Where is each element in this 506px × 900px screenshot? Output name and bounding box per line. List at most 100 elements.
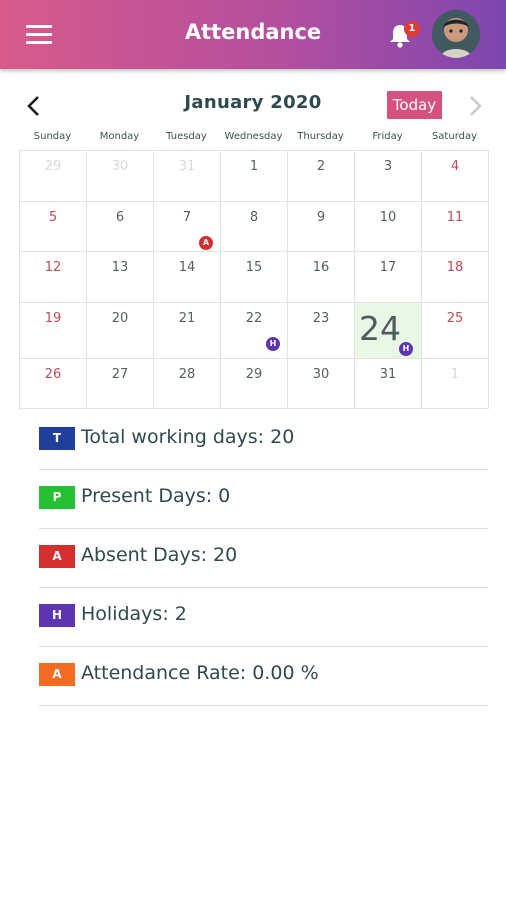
calendar-day[interactable]: 16 (288, 252, 355, 303)
present-days-text: Present Days: 0 (81, 485, 231, 507)
day-number: 25 (446, 311, 464, 326)
calendar-day[interactable]: 8 (221, 202, 288, 252)
day-number: 20 (111, 311, 129, 326)
weekday-label: Thursday (297, 131, 344, 142)
day-number: 23 (312, 311, 330, 326)
calendar-day[interactable]: 22 H (221, 303, 288, 359)
day-number: 31 (379, 367, 397, 382)
calendar-day[interactable]: 13 (87, 252, 154, 303)
calendar-day[interactable]: 17 (355, 252, 422, 303)
total-working-days-text: Total working days: 20 (81, 426, 295, 448)
calendar-day[interactable]: 14 (154, 252, 221, 303)
rate-badge: A (39, 663, 75, 686)
summary-row-rate: A Attendance Rate: 0.00 % (39, 647, 488, 706)
day-number: 29 (245, 367, 263, 382)
day-number: 21 (178, 311, 196, 326)
day-number: 17 (379, 260, 397, 275)
calendar-day[interactable]: 30 (87, 151, 154, 202)
day-number: 19 (44, 311, 62, 326)
summary-row-holidays: H Holidays: 2 (39, 588, 488, 647)
holidays-text: Holidays: 2 (81, 603, 187, 625)
notification-badge: 1 (404, 21, 420, 37)
holiday-badge: H (39, 604, 75, 627)
calendar-day[interactable]: 6 (87, 202, 154, 252)
day-number: 11 (446, 210, 464, 225)
day-number: 12 (44, 260, 62, 275)
day-number: 29 (44, 159, 62, 174)
holiday-marker: H (266, 337, 280, 351)
calendar-day[interactable]: 21 (154, 303, 221, 359)
calendar-day-today[interactable]: 24 H (355, 303, 422, 359)
calendar-grid: 29 30 31 1 2 3 4 5 6 7 A 8 9 10 11 12 13 14 15 16 17 18 19 20 21… (19, 150, 489, 410)
calendar-day[interactable]: 31 (355, 359, 422, 409)
day-number: 9 (316, 210, 326, 225)
avatar[interactable] (432, 10, 480, 58)
calendar-day[interactable]: 30 (288, 359, 355, 409)
calendar-day[interactable]: 26 (20, 359, 87, 409)
summary-row-present: P Present Days: 0 (39, 470, 488, 529)
day-number: 4 (450, 159, 460, 174)
day-number: 8 (249, 210, 259, 225)
calendar-day[interactable]: 15 (221, 252, 288, 303)
weekday-label: Sunday (33, 131, 72, 142)
calendar-day[interactable]: 3 (355, 151, 422, 202)
summary-row-absent: A Absent Days: 20 (39, 529, 488, 588)
calendar-day[interactable]: 1 (221, 151, 288, 202)
month-title: January 2020 (184, 92, 322, 113)
calendar-day[interactable]: 20 (87, 303, 154, 359)
day-number: 27 (111, 367, 129, 382)
calendar-day[interactable]: 5 (20, 202, 87, 252)
calendar-day[interactable]: 31 (154, 151, 221, 202)
day-number: 31 (178, 159, 196, 174)
calendar-day[interactable]: 4 (422, 151, 489, 202)
present-badge: P (39, 486, 75, 509)
weekday-label: Saturday (431, 131, 478, 142)
calendar-day[interactable]: 18 (422, 252, 489, 303)
calendar-day[interactable]: 29 (20, 151, 87, 202)
day-number: 30 (312, 367, 330, 382)
absent-days-text: Absent Days: 20 (81, 544, 238, 566)
weekday-label: Wednesday (224, 131, 283, 142)
day-number: 7 (182, 210, 192, 225)
calendar-day[interactable]: 7A (154, 202, 221, 252)
day-number: 10 (379, 210, 397, 225)
calendar-day[interactable]: 10 (355, 202, 422, 252)
total-badge: T (39, 427, 75, 450)
day-number: 1 (450, 367, 460, 382)
absent-badge: A (39, 545, 75, 568)
weekday-label: Monday (99, 131, 140, 142)
weekday-label: Friday (372, 131, 403, 142)
weekday-header-row: Sunday Monday Tuesday Wednesday Thursday… (19, 131, 489, 145)
summary-row-total: T Total working days: 20 (39, 411, 488, 470)
calendar-day[interactable]: 11 (422, 202, 489, 252)
day-number: 14 (178, 260, 196, 275)
day-number: 3 (383, 159, 393, 174)
calendar-day[interactable]: 9 (288, 202, 355, 252)
day-number: 16 (312, 260, 330, 275)
attendance-rate-text: Attendance Rate: 0.00 % (81, 662, 319, 684)
day-number: 18 (446, 260, 464, 275)
calendar-day[interactable]: 1 (422, 359, 489, 409)
calendar-day[interactable]: 2 (288, 151, 355, 202)
day-number: 13 (111, 260, 129, 275)
day-number: 6 (115, 210, 125, 225)
absent-marker: A (199, 236, 213, 250)
day-number: 1 (249, 159, 259, 174)
calendar-day[interactable]: 29 (221, 359, 288, 409)
previous-month-chevron-icon[interactable] (24, 94, 44, 118)
page-title: Attendance (184, 20, 322, 44)
day-number: 5 (48, 210, 58, 225)
calendar-day[interactable]: 27 (87, 359, 154, 409)
calendar-day[interactable]: 23 (288, 303, 355, 359)
day-number: 26 (44, 367, 62, 382)
weekday-label: Tuesday (166, 131, 207, 142)
day-number: 22 (245, 311, 263, 326)
calendar-day[interactable]: 25 (422, 303, 489, 359)
today-button[interactable]: Today (387, 91, 442, 119)
calendar-day[interactable]: 19 (20, 303, 87, 359)
day-number: 28 (178, 367, 196, 382)
calendar-day[interactable]: 12 (20, 252, 87, 303)
next-month-chevron-icon[interactable] (465, 94, 485, 118)
calendar-day[interactable]: 28 (154, 359, 221, 409)
app-header: Attendance 1 (0, 0, 506, 69)
